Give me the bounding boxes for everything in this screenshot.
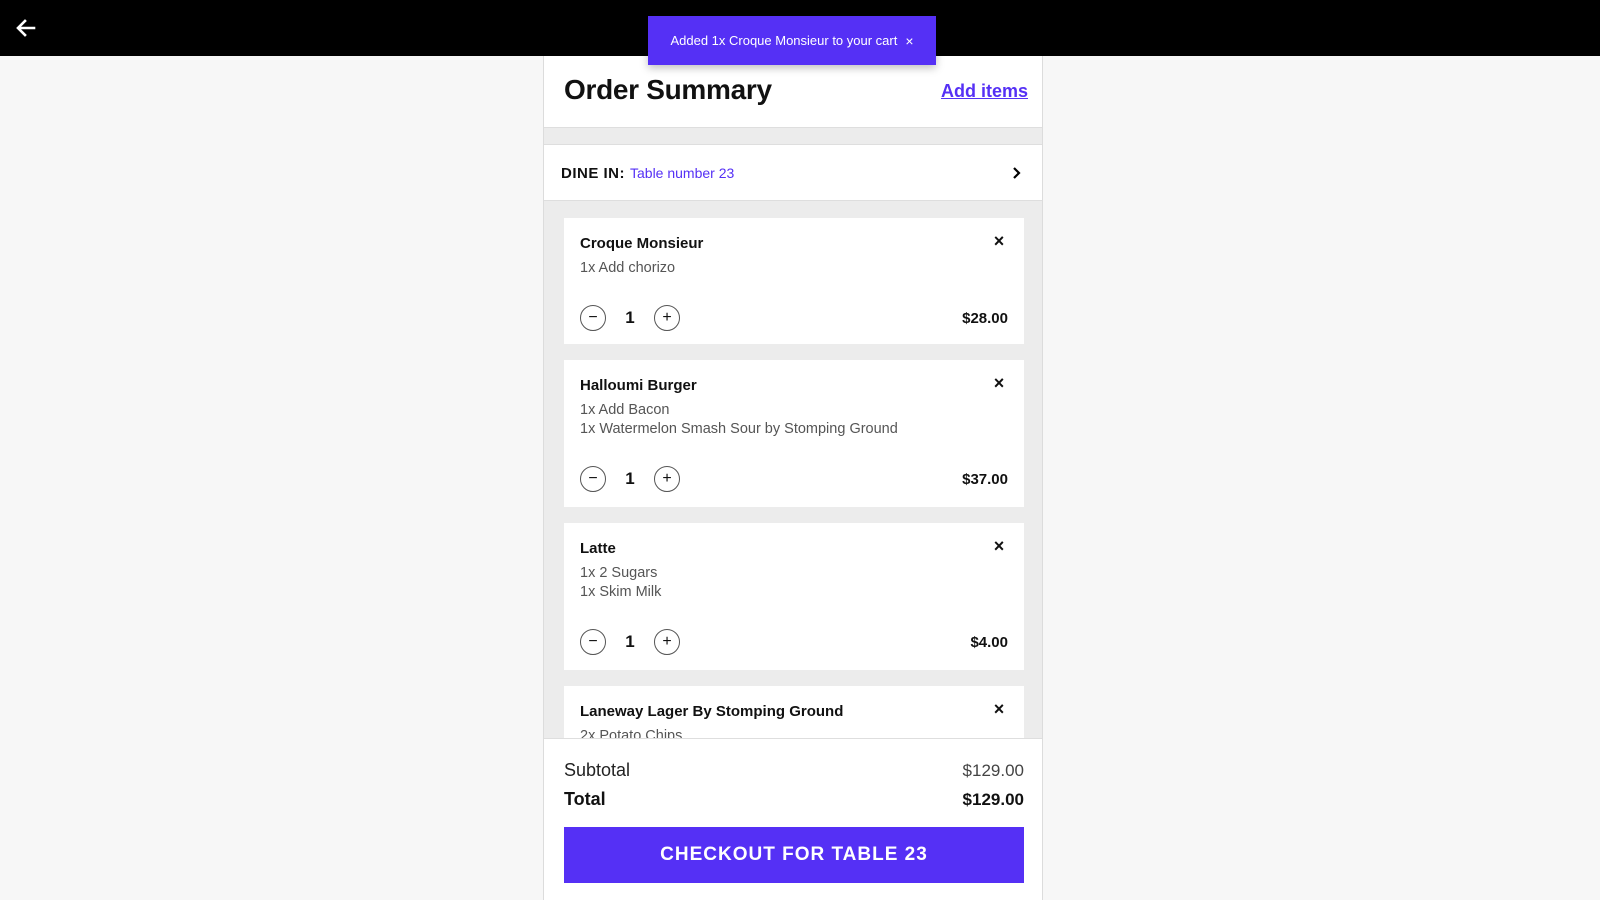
- subtotal-label: Subtotal: [564, 760, 631, 780]
- item-quantity: 1: [625, 308, 635, 327]
- increase-quantity-button[interactable]: +: [654, 466, 680, 492]
- item-modifier: 1x Add chorizo: [580, 260, 676, 276]
- item-modifier: 1x 2 Sugars: [580, 565, 658, 581]
- chevron-right-icon: [1013, 167, 1021, 179]
- subtotal-value: $129.00: [962, 761, 1024, 780]
- item-price: $37.00: [962, 471, 1008, 488]
- total-value: $129.00: [962, 790, 1024, 809]
- item-name: Laneway Lager By Stomping Ground: [580, 703, 844, 720]
- item-name: Latte: [580, 540, 616, 557]
- cart-toast: Added 1x Croque Monsieur to your cart ×: [648, 16, 936, 65]
- order-header: Order Summary Add items: [544, 56, 1042, 128]
- decrease-quantity-button[interactable]: −: [580, 466, 606, 492]
- cart-item: Halloumi Burger 1x Add Bacon 1x Watermel…: [564, 360, 1024, 507]
- item-modifiers: 1x Add chorizo: [580, 259, 675, 278]
- cart-items: Croque Monsieur 1x Add chorizo × − 1 + $…: [564, 218, 1024, 828]
- order-panel: Order Summary Add items DINE IN: Table n…: [543, 56, 1043, 900]
- quantity-stepper: − 1 +: [580, 305, 680, 331]
- toast-message: Added 1x Croque Monsieur to your cart: [670, 33, 898, 48]
- arrow-left-icon: [16, 19, 36, 37]
- dine-in-selector[interactable]: DINE IN: Table number 23: [544, 144, 1042, 201]
- item-quantity: 1: [625, 469, 635, 488]
- item-modifiers: 1x Add Bacon 1x Watermelon Smash Sour by…: [580, 401, 898, 439]
- dine-in-label: DINE IN:: [561, 165, 625, 182]
- cart-item: Croque Monsieur 1x Add chorizo × − 1 + $…: [564, 218, 1024, 344]
- increase-quantity-button[interactable]: +: [654, 305, 680, 331]
- decrease-quantity-button[interactable]: −: [580, 305, 606, 331]
- dine-in-table: Table number 23: [630, 165, 735, 181]
- decrease-quantity-button[interactable]: −: [580, 629, 606, 655]
- total-label: Total: [564, 789, 606, 809]
- item-price: $4.00: [970, 634, 1008, 651]
- item-name: Croque Monsieur: [580, 235, 704, 252]
- item-modifier: 1x Skim Milk: [580, 584, 662, 600]
- item-modifiers: 1x 2 Sugars 1x Skim Milk: [580, 564, 661, 602]
- item-quantity: 1: [625, 632, 635, 651]
- item-modifier: 1x Add Bacon: [580, 402, 670, 418]
- quantity-stepper: − 1 +: [580, 466, 680, 492]
- remove-item-button[interactable]: ×: [990, 700, 1008, 718]
- checkout-button[interactable]: CHECKOUT FOR TABLE 23: [564, 827, 1024, 883]
- cart-item: Latte 1x 2 Sugars 1x Skim Milk × − 1 + $…: [564, 523, 1024, 670]
- add-items-link[interactable]: Add items: [941, 81, 1028, 102]
- toast-close-icon[interactable]: ×: [905, 34, 913, 48]
- item-modifier: 1x Watermelon Smash Sour by Stomping Gro…: [580, 421, 898, 437]
- order-footer: Subtotal $129.00 Total $129.00 CHECKOUT …: [544, 738, 1042, 900]
- back-button[interactable]: [12, 14, 40, 42]
- page-title: Order Summary: [564, 74, 772, 105]
- remove-item-button[interactable]: ×: [990, 537, 1008, 555]
- item-name: Halloumi Burger: [580, 377, 697, 394]
- increase-quantity-button[interactable]: +: [654, 629, 680, 655]
- remove-item-button[interactable]: ×: [990, 232, 1008, 250]
- remove-item-button[interactable]: ×: [990, 374, 1008, 392]
- quantity-stepper: − 1 +: [580, 629, 680, 655]
- item-price: $28.00: [962, 310, 1008, 327]
